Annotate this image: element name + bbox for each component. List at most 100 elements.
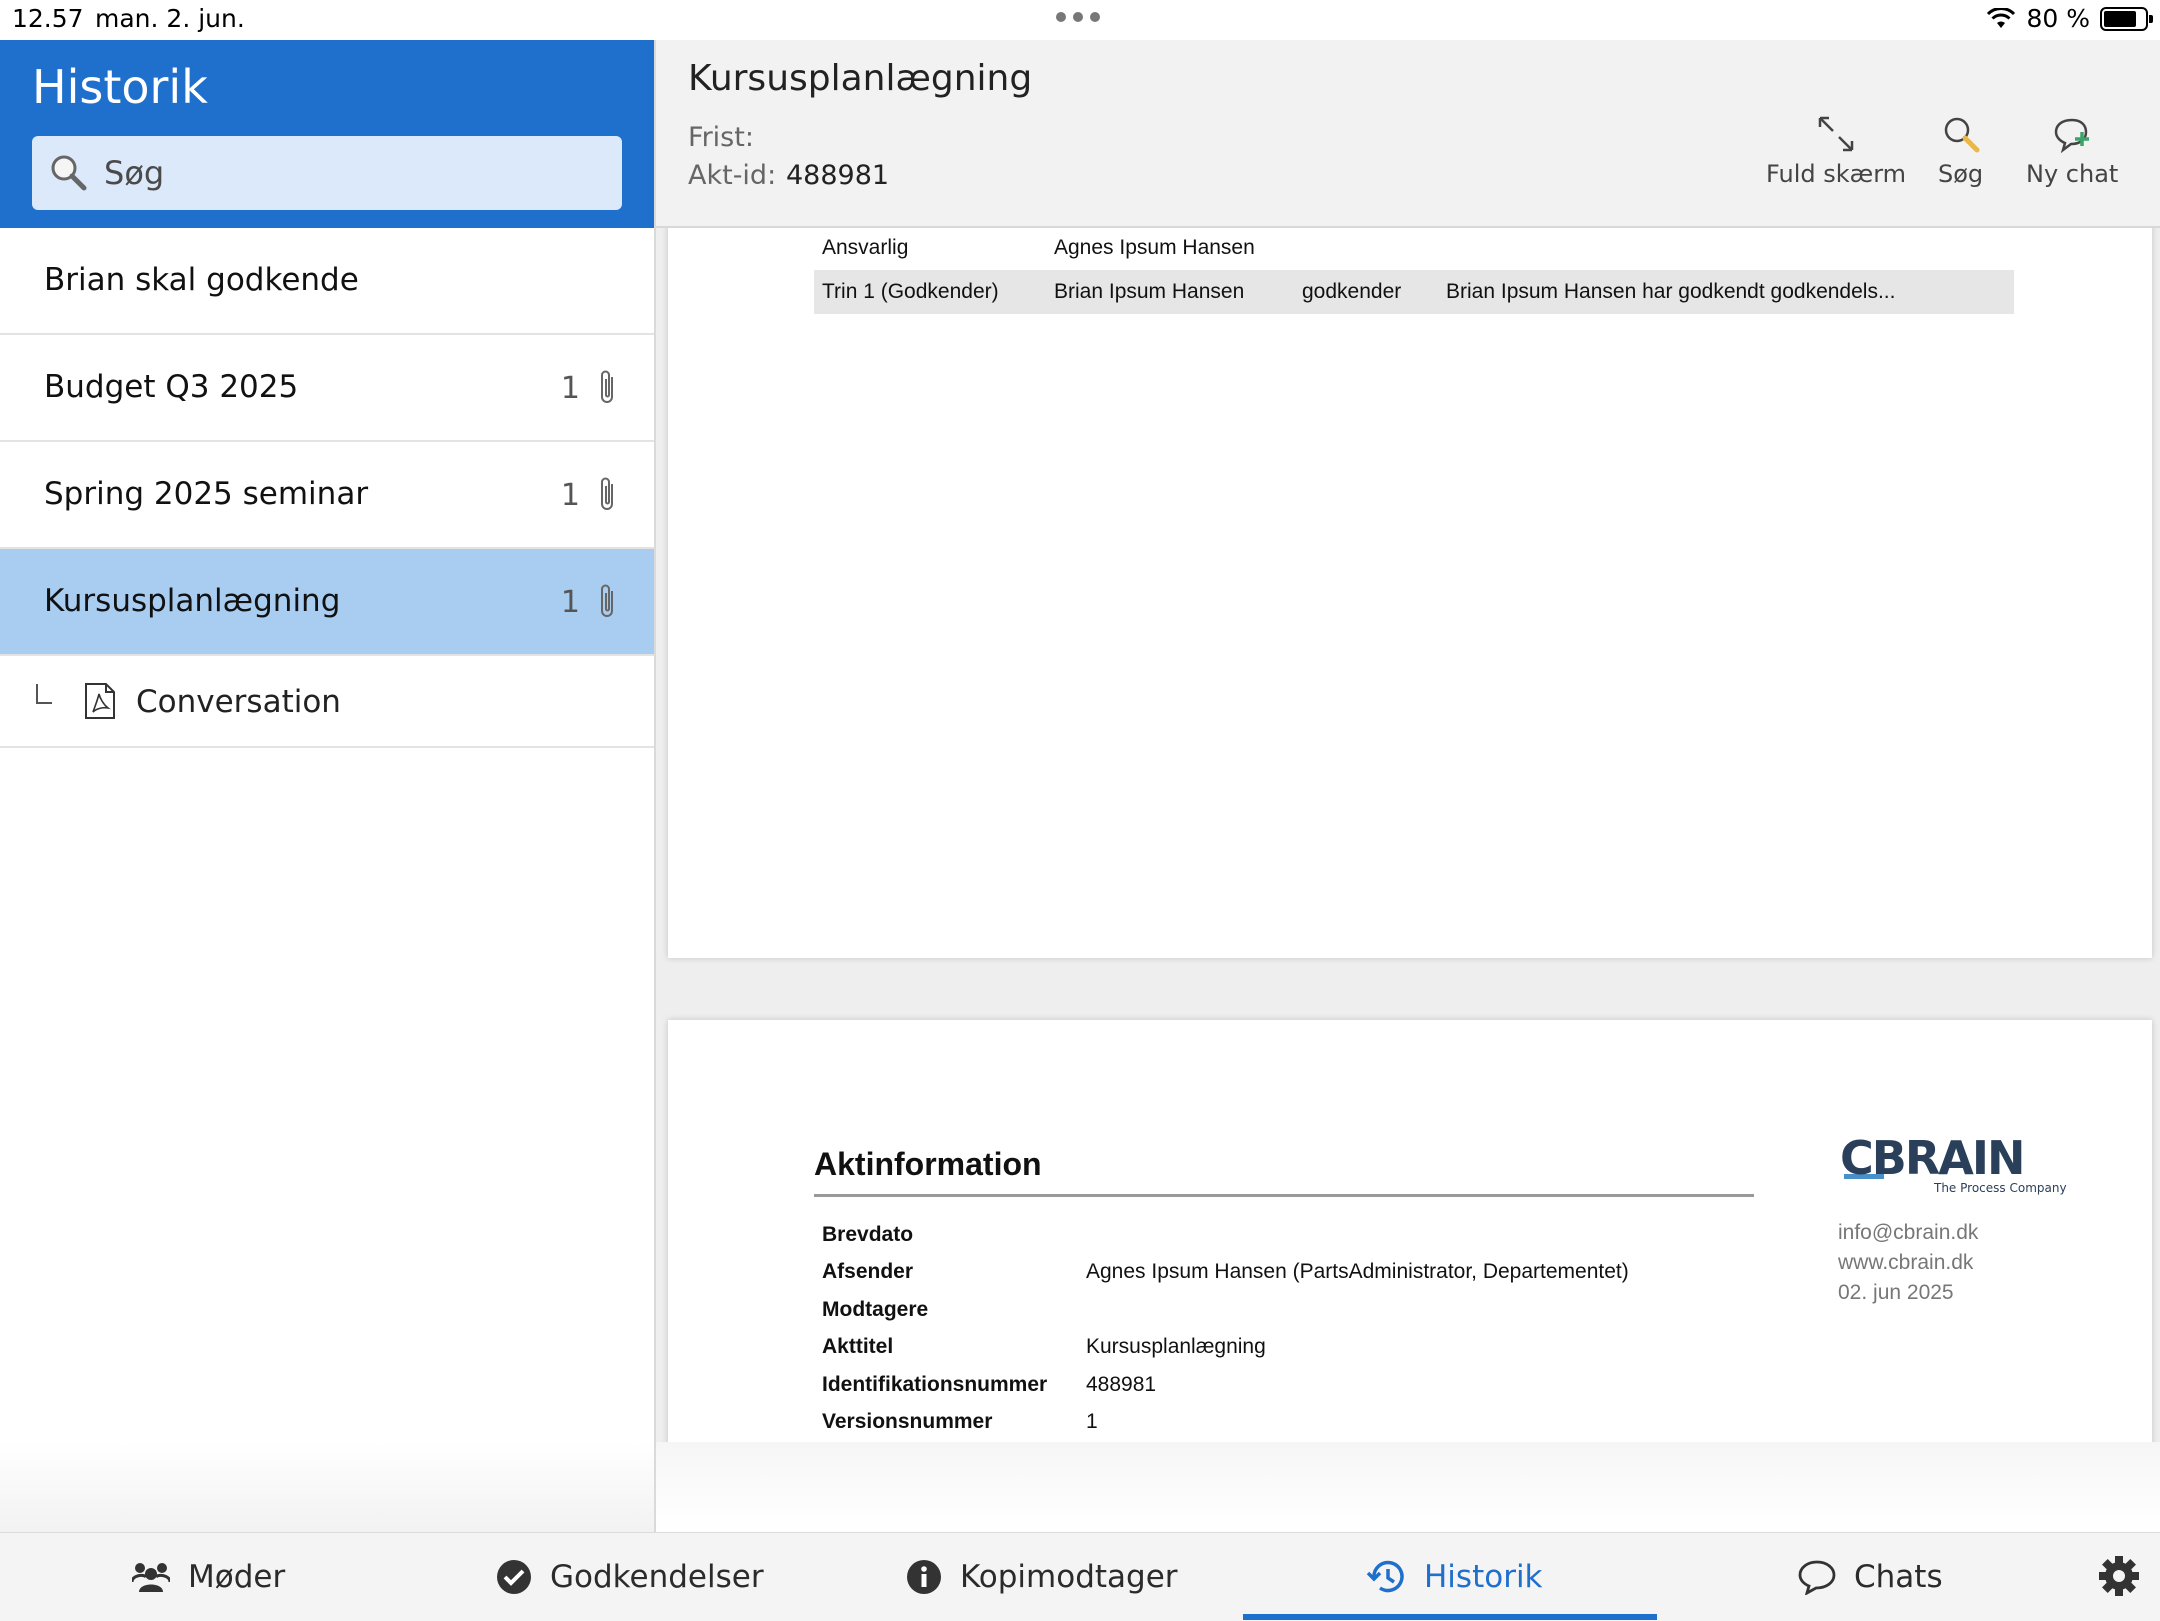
aktinformation-title: Aktinformation (814, 1146, 1042, 1182)
fullscreen-label: Fuld skærm (1766, 160, 1907, 188)
info-value (1078, 1291, 1637, 1329)
tab-moeder[interactable]: Møder (132, 1533, 285, 1621)
contact-web: www.cbrain.dk (1838, 1251, 1974, 1274)
info-value: Agnes Ipsum Hansen (PartsAdministrator, … (1086, 1260, 1629, 1284)
list-item[interactable]: Spring 2025 seminar 1 (0, 442, 654, 549)
tab-historik[interactable]: Historik (1366, 1533, 1543, 1621)
table-row: Identifikationsnummer 488981 (814, 1366, 1637, 1404)
viewer-bottom-area (656, 1442, 2160, 1532)
attachment-count: 1 (560, 585, 580, 620)
paperclip-icon (601, 370, 613, 403)
sub-list-item[interactable]: Conversation (0, 656, 654, 748)
status-indicators: 80 % (1986, 4, 2153, 33)
cbrain-logo: CBRAIN The Process Company (1840, 1131, 2067, 1195)
sidebar-footer-shade (0, 1442, 654, 1532)
search-input[interactable] (102, 146, 606, 200)
table-row: Ansvarlig Agnes Ipsum Hansen (814, 228, 2014, 270)
status-time: 12.57 (12, 4, 84, 33)
info-value: 1 (1086, 1410, 1098, 1434)
tab-label: Chats (1854, 1559, 1943, 1595)
people-icon (132, 1563, 170, 1592)
chat-add-icon (2054, 118, 2090, 154)
battery-level (2104, 10, 2136, 27)
new-chat-button[interactable]: Ny chat (2026, 114, 2118, 188)
list-item[interactable]: Brian skal godkende (0, 228, 654, 335)
table-row: Akttitel Kursusplanlægning (814, 1329, 1637, 1367)
table-cell (1438, 228, 2014, 270)
info-key: Versionsnummer (822, 1410, 993, 1434)
list-item-label: Budget Q3 2025 (44, 369, 299, 405)
battery-percent: 80 % (2026, 4, 2090, 33)
search-icon (51, 155, 87, 191)
document-title: Kursusplanlægning (688, 58, 1033, 99)
table-row: Afsender Agnes Ipsum Hansen (PartsAdminis… (814, 1254, 1637, 1292)
tab-label: Møder (188, 1559, 286, 1595)
sub-item-label: Conversation (136, 684, 341, 720)
table-row: Modtagere (814, 1291, 1637, 1329)
logo-tagline: The Process Company (1933, 1181, 2067, 1195)
document-page: Ansvarlig Agnes Ipsum Hansen Trin 1 (God… (668, 228, 2152, 958)
battery-icon (2100, 6, 2153, 31)
table-cell: Ansvarlig (822, 236, 909, 259)
deadline-label: Frist: (688, 122, 754, 153)
info-value: 488981 (1086, 1372, 1157, 1396)
list-item-label: Kursusplanlægning (44, 583, 341, 619)
paperclip-icon (601, 584, 613, 617)
list-item-selected[interactable]: Kursusplanlægning 1 (0, 549, 654, 656)
fullscreen-button[interactable]: Fuld skærm (1766, 114, 1906, 188)
list-item[interactable]: Budget Q3 2025 1 (0, 335, 654, 442)
search-icon (1944, 117, 1980, 153)
akt-id-value: 488981 (786, 160, 890, 191)
info-icon (907, 1560, 941, 1594)
list-item-label: Brian skal godkende (44, 262, 359, 298)
tab-chats[interactable]: Chats (1798, 1533, 1943, 1621)
table-cell: Brian Ipsum Hansen (1046, 270, 1294, 314)
info-value (1078, 1216, 1637, 1254)
contact-email: info@cbrain.dk (1838, 1221, 1979, 1244)
document-viewer[interactable]: Ansvarlig Agnes Ipsum Hansen Trin 1 (God… (656, 228, 2160, 1442)
tree-branch-icon (36, 684, 52, 704)
info-key: Modtagere (822, 1297, 929, 1321)
tab-label: Kopimodtager (960, 1559, 1178, 1595)
history-icon (1366, 1560, 1404, 1593)
active-tab-indicator (1243, 1614, 1657, 1620)
table-cell: Trin 1 (Godkender) (814, 270, 1046, 314)
title-divider (814, 1194, 1754, 1197)
table-row: Trin 1 (Godkender) Brian Ipsum Hansen go… (814, 270, 2014, 314)
search-label: Søg (1938, 160, 1984, 188)
history-list: Brian skal godkende Budget Q3 2025 1 Spr… (0, 228, 654, 748)
table-cell (1294, 228, 1438, 270)
tab-label: Godkendelser (550, 1559, 764, 1595)
sidebar-title: Historik (32, 60, 208, 114)
aktinformation-table: Brevdato Afsender Agnes Ipsum Hansen (Par… (814, 1216, 1637, 1441)
tab-kopimodtager[interactable]: Kopimodtager (906, 1533, 1178, 1621)
table-cell: Agnes Ipsum Hansen (1054, 236, 1255, 259)
tab-label: Historik (1424, 1559, 1543, 1595)
contact-date: 02. jun 2025 (1838, 1281, 1954, 1304)
akt-id-label: Akt-id: (688, 160, 777, 191)
tab-godkendelser[interactable]: Godkendelser (496, 1533, 764, 1621)
info-key: Afsender (822, 1260, 914, 1284)
status-bar: 12.57 man. 2. jun. 80 % (0, 0, 2160, 40)
table-row: Brevdato (814, 1216, 1637, 1254)
check-circle-icon (497, 1560, 531, 1594)
approval-steps-table: Ansvarlig Agnes Ipsum Hansen Trin 1 (God… (814, 228, 2014, 314)
pdf-file-icon (85, 683, 115, 719)
table-row: Versionsnummer 1 (814, 1404, 1637, 1442)
sidebar-search[interactable] (32, 136, 622, 210)
detail-header: Kursusplanlægning Frist: Akt-id: 488981 … (656, 40, 2160, 228)
expand-icon (1818, 116, 1854, 152)
table-cell: Brian Ipsum Hansen har godkendt godkende… (1438, 270, 2014, 314)
contact-block: info@cbrain.dk www.cbrain.dk 02. jun 202… (1838, 1218, 1978, 1308)
info-key: Identifikationsnummer (822, 1372, 1048, 1396)
logo-wordmark: CBRAIN (1840, 1131, 2023, 1185)
multitasking-dots-icon[interactable] (1056, 12, 1100, 22)
info-value: Kursusplanlægning (1086, 1335, 1266, 1359)
gear-icon[interactable] (2098, 1555, 2140, 1597)
chat-bubble-icon (1798, 1560, 1836, 1595)
document-page: Aktinformation Brevdato Afsender Agnes Ip… (668, 1020, 2152, 1442)
sidebar-header: Historik (0, 40, 654, 228)
search-button[interactable]: Søg (1938, 114, 1983, 188)
new-chat-label: Ny chat (2026, 160, 2119, 188)
attachment-count: 1 (560, 371, 580, 406)
